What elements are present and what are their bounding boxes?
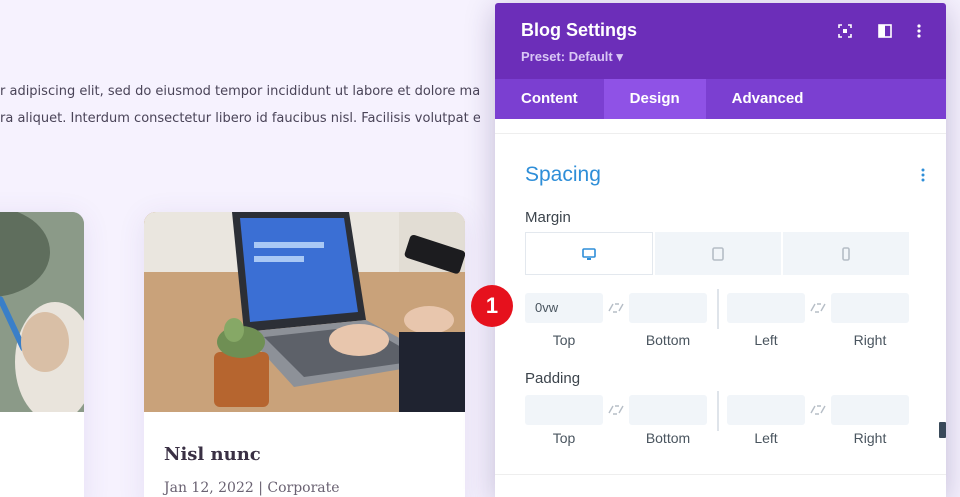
- phone-icon: [842, 246, 850, 261]
- margin-bottom-label: Bottom: [645, 332, 691, 348]
- link-icon[interactable]: [808, 301, 828, 315]
- spacing-section-title[interactable]: Spacing: [525, 163, 601, 187]
- link-icon[interactable]: [606, 301, 626, 315]
- blog-card-title[interactable]: Nisl nunc: [164, 444, 261, 465]
- responsive-device-tabs: [525, 232, 909, 275]
- divider: [495, 133, 946, 134]
- paragraph-line-1: r adipiscing elit, sed do eiusmod tempor…: [0, 84, 480, 99]
- link-icon[interactable]: [606, 403, 626, 417]
- blog-settings-panel: Blog Settings Preset: Default ▾ Content …: [495, 3, 946, 497]
- blog-card-meta: Jan 12, 2022 | Corporate: [164, 480, 340, 496]
- page-paragraph: r adipiscing elit, sed do eiusmod tempor…: [0, 78, 480, 132]
- expand-icon[interactable]: [837, 23, 853, 39]
- divider: [717, 289, 719, 329]
- blog-card-image: [144, 212, 465, 412]
- margin-top-label: Top: [552, 332, 576, 348]
- device-phone[interactable]: [783, 232, 909, 275]
- blog-card-previous[interactable]: [0, 212, 84, 497]
- step-number-badge: 1: [471, 285, 513, 327]
- margin-left-label: Left: [754, 332, 778, 348]
- divider: [717, 391, 719, 431]
- divider: [495, 474, 946, 475]
- device-tablet[interactable]: [655, 232, 781, 275]
- panel-title: Blog Settings: [521, 20, 637, 40]
- margin-label: Margin: [525, 209, 571, 226]
- padding-top-input[interactable]: [525, 395, 603, 425]
- padding-right-label: Right: [853, 430, 887, 446]
- paragraph-line-2: ra aliquet. Interdum consectetur libero …: [0, 111, 480, 126]
- laptop-photo-icon: [144, 212, 465, 412]
- panel-tabs: Content Design Advanced: [495, 79, 946, 119]
- tab-content[interactable]: Content: [495, 79, 604, 119]
- device-desktop[interactable]: [525, 232, 653, 275]
- padding-label: Padding: [525, 370, 581, 387]
- section-options-icon[interactable]: [919, 167, 927, 183]
- margin-right-input[interactable]: [831, 293, 909, 323]
- padding-left-label: Left: [754, 430, 778, 446]
- padding-top-label: Top: [552, 430, 576, 446]
- desktop-icon: [582, 247, 596, 260]
- panel-header: Blog Settings Preset: Default ▾: [495, 3, 946, 79]
- padding-bottom-label: Bottom: [645, 430, 691, 446]
- blog-card[interactable]: Nisl nunc Jan 12, 2022 | Corporate: [144, 212, 465, 497]
- panel-body: Spacing Margin 0vw Top Bottom Left Right…: [495, 119, 946, 497]
- margin-left-input[interactable]: [727, 293, 805, 323]
- scrollbar-thumb[interactable]: [939, 422, 946, 438]
- padding-right-input[interactable]: [831, 395, 909, 425]
- padding-bottom-input[interactable]: [629, 395, 707, 425]
- margin-bottom-input[interactable]: [629, 293, 707, 323]
- tab-design[interactable]: Design: [603, 79, 706, 119]
- tablet-icon: [712, 246, 724, 261]
- margin-right-label: Right: [853, 332, 887, 348]
- padding-left-input[interactable]: [727, 395, 805, 425]
- split-view-icon[interactable]: [877, 23, 893, 39]
- more-vertical-icon[interactable]: [911, 23, 927, 39]
- medical-photo-icon: [0, 212, 84, 412]
- preset-dropdown[interactable]: Preset: Default ▾: [521, 49, 623, 65]
- tab-advanced[interactable]: Advanced: [706, 79, 830, 119]
- link-icon[interactable]: [808, 403, 828, 417]
- blog-card-image: [0, 212, 84, 412]
- margin-top-input[interactable]: 0vw: [525, 293, 603, 323]
